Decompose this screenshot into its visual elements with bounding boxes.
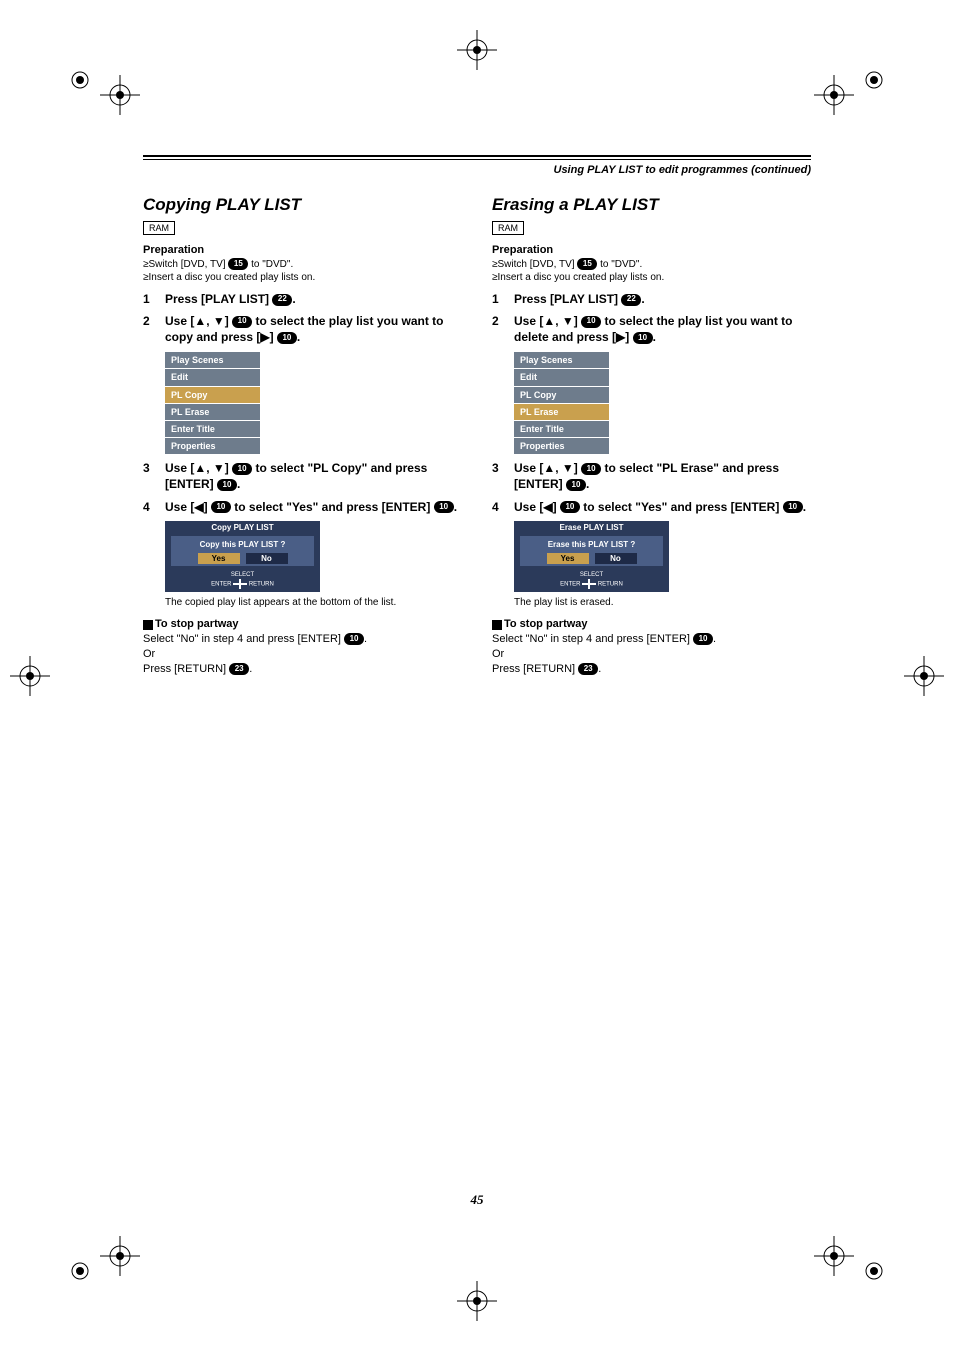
dialog-yes-button: Yes [198, 553, 240, 564]
square-bullet-icon [492, 620, 502, 630]
header-rule [143, 155, 811, 157]
prep-line: ≥Insert a disc you created play lists on… [143, 271, 462, 285]
menu-item: Enter Title [514, 420, 609, 437]
page-number: 45 [143, 1192, 811, 1208]
step-4: 4 Use [◀] 10 to select "Yes" and press [… [492, 499, 811, 515]
ref-badge: 10 [232, 463, 252, 475]
ref-badge: 10 [434, 501, 454, 513]
stop-line: Select "No" in step 4 and press [ENTER] … [492, 632, 811, 647]
ref-badge: 15 [228, 258, 248, 270]
ref-badge: 10 [211, 501, 231, 513]
result-text: The copied play list appears at the bott… [165, 596, 462, 610]
dpad-icon [233, 579, 247, 589]
crop-mark-icon [457, 1281, 497, 1321]
ref-badge: 23 [229, 663, 249, 675]
ref-badge: 10 [344, 633, 364, 645]
ram-badge: RAM [143, 221, 175, 235]
menu-item: Properties [514, 438, 609, 455]
prep-line: ≥Switch [DVD, TV] 15 to "DVD". [492, 258, 811, 272]
menu-item: Edit [165, 369, 260, 386]
dialog-question: Copy this PLAY LIST ? [171, 540, 314, 551]
ref-badge: 10 [566, 479, 586, 491]
menu-item: Play Scenes [165, 352, 260, 369]
prep-line: ≥Switch [DVD, TV] 15 to "DVD". [143, 258, 462, 272]
step-3: 3 Use [▲, ▼] 10 to select "PL Copy" and … [143, 460, 462, 492]
crop-mark-icon [814, 1211, 884, 1281]
ref-badge: 10 [560, 501, 580, 513]
section-title: Erasing a PLAY LIST [492, 194, 811, 217]
step-1: 1 Press [PLAY LIST] 22. [492, 291, 811, 307]
dialog-no-button: No [595, 553, 637, 564]
crop-mark-icon [70, 70, 140, 140]
step-2: 2 Use [▲, ▼] 10 to select the play list … [492, 313, 811, 345]
menu-item-selected: PL Copy [165, 386, 260, 403]
ref-badge: 10 [277, 332, 297, 344]
section-title: Copying PLAY LIST [143, 194, 462, 217]
menu-item: Enter Title [165, 420, 260, 437]
dialog-title: Erase PLAY LIST [514, 521, 669, 536]
crop-mark-icon [457, 30, 497, 70]
step-1: 1 Press [PLAY LIST] 22. [143, 291, 462, 307]
preparation-label: Preparation [492, 243, 811, 258]
stop-heading: To stop partway [492, 617, 811, 632]
menu-box: Play Scenes Edit PL Copy PL Erase Enter … [165, 351, 260, 454]
ref-badge: 23 [578, 663, 598, 675]
menu-item: PL Erase [165, 403, 260, 420]
ref-badge: 10 [633, 332, 653, 344]
header-rule [143, 159, 811, 160]
preparation-label: Preparation [143, 243, 462, 258]
ram-badge: RAM [492, 221, 524, 235]
ref-badge: 10 [783, 501, 803, 513]
or-label: Or [143, 647, 462, 662]
menu-item: Properties [165, 438, 260, 455]
dialog-question: Erase this PLAY LIST ? [520, 540, 663, 551]
dpad-icon [582, 579, 596, 589]
menu-item: Play Scenes [514, 352, 609, 369]
crop-mark-icon [70, 1211, 140, 1281]
step-4: 4 Use [◀] 10 to select "Yes" and press [… [143, 499, 462, 515]
dialog-copy: Copy PLAY LIST Copy this PLAY LIST ? Yes… [165, 521, 320, 592]
menu-item: Edit [514, 369, 609, 386]
or-label: Or [492, 647, 811, 662]
step-3: 3 Use [▲, ▼] 10 to select "PL Erase" and… [492, 460, 811, 492]
return-line: Press [RETURN] 23. [143, 662, 462, 677]
dialog-footer: SELECT ENTER RETURN [514, 572, 669, 592]
ref-badge: 10 [581, 463, 601, 475]
stop-heading: To stop partway [143, 617, 462, 632]
crop-mark-icon [814, 70, 884, 140]
ref-badge: 15 [577, 258, 597, 270]
col-copying: Copying PLAY LIST RAM Preparation ≥Switc… [143, 194, 462, 677]
ref-badge: 10 [581, 316, 601, 328]
square-bullet-icon [143, 620, 153, 630]
ref-badge: 10 [217, 479, 237, 491]
prep-line: ≥Insert a disc you created play lists on… [492, 271, 811, 285]
return-line: Press [RETURN] 23. [492, 662, 811, 677]
ref-badge: 22 [621, 294, 641, 306]
crop-mark-icon [904, 656, 944, 696]
stop-line: Select "No" in step 4 and press [ENTER] … [143, 632, 462, 647]
col-erasing: Erasing a PLAY LIST RAM Preparation ≥Swi… [492, 194, 811, 677]
dialog-footer: SELECT ENTER RETURN [165, 572, 320, 592]
ref-badge: 22 [272, 294, 292, 306]
dialog-title: Copy PLAY LIST [165, 521, 320, 536]
menu-box: Play Scenes Edit PL Copy PL Erase Enter … [514, 351, 609, 454]
dialog-yes-button: Yes [547, 553, 589, 564]
step-2: 2 Use [▲, ▼] 10 to select the play list … [143, 313, 462, 345]
menu-item: PL Copy [514, 386, 609, 403]
ref-badge: 10 [693, 633, 713, 645]
dialog-no-button: No [246, 553, 288, 564]
menu-item-selected: PL Erase [514, 403, 609, 420]
result-text: The play list is erased. [514, 596, 811, 610]
ref-badge: 10 [232, 316, 252, 328]
crop-mark-icon [10, 656, 50, 696]
running-head: Using PLAY LIST to edit programmes (cont… [143, 164, 811, 176]
dialog-erase: Erase PLAY LIST Erase this PLAY LIST ? Y… [514, 521, 669, 592]
